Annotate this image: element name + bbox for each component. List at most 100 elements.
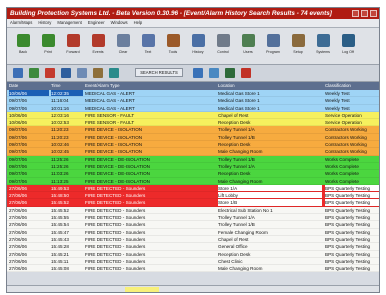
toolbar-button-label: Control — [217, 50, 229, 54]
table-row[interactable]: 10/06/06 12:02:35 MEDICAL GAS - ALERT Medic… — [7, 90, 379, 98]
cell-date: 27/06/06 — [9, 236, 27, 242]
toolbar-button[interactable]: Clear — [113, 30, 133, 61]
refresh-icon[interactable] — [109, 68, 119, 78]
cell-date: 27/06/06 — [9, 193, 27, 199]
menu-item[interactable]: Windows — [108, 19, 131, 27]
toolbar-button[interactable]: Forward — [63, 30, 83, 61]
table-row[interactable]: 27/06/06 15:45:54 FIRE DETECTED - Sounders… — [7, 221, 379, 229]
toolbar-button[interactable]: Systems — [313, 30, 333, 61]
menu-item[interactable]: Alarm/Maps — [7, 19, 35, 27]
save-icon[interactable] — [61, 68, 71, 78]
toolbar-button-label: Forward — [66, 50, 80, 54]
table-row[interactable]: 27/06/06 15:45:08 FIRE DETECTED - Sounders… — [7, 265, 379, 273]
results-table: 10/06/06 12:02:35 MEDICAL GAS - ALERT Medic… — [7, 90, 379, 273]
table-row[interactable]: 27/06/06 15:45:52 FIRE DETECTED - Sounders… — [7, 206, 379, 215]
col-header-location[interactable]: Location — [218, 82, 235, 90]
cell-date: 10/06/06 — [9, 90, 49, 97]
table-row[interactable]: 09/07/06 11:25:26 FIRE DEVICE - DE-ISOLATI… — [7, 162, 379, 171]
toolbar-button-label: History — [192, 50, 204, 54]
control-icon — [216, 34, 230, 47]
menu-item[interactable]: Management — [54, 19, 84, 27]
table-row[interactable]: 27/06/06 15:49:53 FIRE DETECTED - Sounders… — [7, 184, 379, 193]
table-row[interactable]: 27/06/06 15:45:47 FIRE DETECTED - Sounders… — [7, 228, 379, 236]
maximize-icon[interactable] — [361, 10, 368, 17]
map-icon[interactable] — [193, 68, 203, 78]
toolbar-button[interactable]: Events — [88, 30, 108, 61]
toolbar-button[interactable]: Program — [263, 30, 283, 61]
cell-location: General Office — [218, 244, 248, 250]
toolbar-button-label: Print — [44, 50, 52, 54]
toolbar-button[interactable]: Tools — [163, 30, 183, 61]
col-header-time[interactable]: Time — [51, 82, 61, 90]
table-row[interactable]: 09/07/06 11:20:23 FIRE DEVICE - ISOLATION T… — [7, 133, 379, 142]
toolbar-button-label: Back — [19, 50, 27, 54]
table-row[interactable]: 27/06/06 15:45:52 FIRE DETECTED - Sounders… — [7, 199, 379, 207]
toolbar-button[interactable]: Users — [238, 30, 258, 61]
toolbar-button[interactable]: Setup — [288, 30, 308, 61]
toolbar-button[interactable]: History — [188, 30, 208, 61]
search-results-button[interactable]: SEARCH RESULTS — [135, 68, 183, 77]
filter-icon[interactable] — [77, 68, 87, 78]
flag-icon[interactable] — [241, 68, 251, 78]
table-row[interactable]: 27/06/06 15:45:21 FIRE DETECTED - Sounders… — [7, 250, 379, 258]
cell-event: FIRE DEVICE - ISOLATION — [85, 134, 143, 140]
table-row[interactable]: 27/06/06 15:45:43 FIRE DETECTED - Sounders… — [7, 235, 379, 244]
table-row[interactable]: 09/07/06 11:20:23 FIRE DEVICE - ISOLATION T… — [7, 126, 379, 134]
table-row[interactable]: 10/06/06 12:03:16 FIRE SENSOR - FAULT Chape… — [7, 111, 379, 120]
table-row[interactable]: 27/06/06 15:45:55 FIRE DETECTED - Sounders… — [7, 214, 379, 222]
table-row[interactable]: 10/06/06 10:02:53 FIRE SENSOR - FAULT Recep… — [7, 119, 379, 127]
table-header: Date Time Event/Alarm Type Location Clas… — [7, 82, 379, 90]
table-row[interactable]: 09/07/06 10:01:16 MEDICAL GAS - ALERT Medic… — [7, 104, 379, 112]
col-header-classification[interactable]: Classification — [325, 82, 351, 90]
col-header-date[interactable]: Date — [9, 82, 18, 90]
cell-location: Reception Desk — [218, 171, 251, 177]
toolbar-button[interactable]: Log Off — [338, 30, 358, 61]
zoom-icon[interactable] — [209, 68, 219, 78]
cell-classification: BPS Quarterly Testing — [325, 199, 379, 206]
menu-bar: Alarm/Maps History Management Engineer Windo… — [7, 19, 379, 28]
cell-location: Trolley Tunnel 1/A — [218, 163, 255, 169]
menu-item[interactable]: Help — [131, 19, 146, 27]
cell-date: 27/06/06 — [9, 229, 27, 235]
export-icon[interactable] — [29, 68, 39, 78]
cell-date: 10/06/06 — [9, 120, 27, 126]
toolbar-button[interactable]: Back — [13, 30, 33, 61]
table-row[interactable]: 27/06/06 15:45:28 FIRE DETECTED - Sounders… — [7, 243, 379, 251]
close-icon[interactable] — [370, 10, 377, 17]
menu-item[interactable]: Engineer — [85, 19, 108, 27]
cell-date: 27/06/06 — [9, 185, 27, 191]
cell-event: FIRE DETECTED - Sounders — [85, 185, 146, 191]
toolbar-button[interactable]: Text — [138, 30, 158, 61]
menu-item[interactable]: History — [35, 19, 54, 27]
table-row[interactable]: 09/07/06 10:02:45 FIRE DEVICE - ISOLATION M… — [7, 148, 379, 156]
sort-icon[interactable] — [93, 68, 103, 78]
table-row[interactable]: 09/07/06 11:03:26 FIRE DEVICE - DE-ISOLATI… — [7, 170, 379, 178]
main-toolbar: Back Print Forward Events Clear Text Tools Hist… — [7, 28, 379, 65]
toolbar-button[interactable]: Control — [213, 30, 233, 61]
cell-location: Lift Lobby — [218, 192, 322, 199]
history-icon — [191, 34, 205, 47]
cell-date: 27/06/06 — [9, 222, 27, 228]
cell-event: FIRE DEVICE - DE-ISOLATION — [85, 171, 151, 177]
toolbar-button[interactable]: Print — [38, 30, 58, 61]
table-row[interactable]: 09/07/06 11:25:26 FIRE DEVICE - DE-ISOLATI… — [7, 155, 379, 163]
table-row[interactable]: 09/07/06 11:13:25 FIRE DEVICE - DE-ISOLATI… — [7, 177, 379, 185]
table-row[interactable]: 27/06/06 15:45:11 FIRE DETECTED - Sounders… — [7, 257, 379, 266]
cell-event: FIRE DETECTED - Sounders — [85, 200, 146, 206]
setup-icon — [291, 34, 305, 47]
cell-date: 09/07/06 — [9, 163, 27, 169]
minimize-icon[interactable] — [352, 10, 359, 17]
systems-icon — [316, 34, 330, 47]
cell-event: FIRE DEVICE - ISOLATION — [85, 149, 143, 155]
table-row[interactable]: 09/07/06 10:02:46 FIRE DEVICE - ISOLATION R… — [7, 141, 379, 149]
print-icon[interactable] — [45, 68, 55, 78]
cell-time: 15:45:43 — [51, 236, 69, 242]
col-header-event[interactable]: Event/Alarm Type — [85, 82, 120, 90]
cell-time: 15:45:47 — [51, 229, 69, 235]
table-row[interactable]: 27/06/06 15:48:50 FIRE DETECTED - Sounders… — [7, 192, 379, 200]
cell-location: Female Changing Room — [218, 229, 268, 235]
grid-view-icon[interactable] — [13, 68, 23, 78]
cell-classification: Contractors Working — [325, 134, 367, 140]
table-row[interactable]: 09/07/06 11:16:04 MEDICAL GAS - ALERT Medic… — [7, 97, 379, 105]
alarm-list-icon[interactable] — [225, 68, 235, 78]
